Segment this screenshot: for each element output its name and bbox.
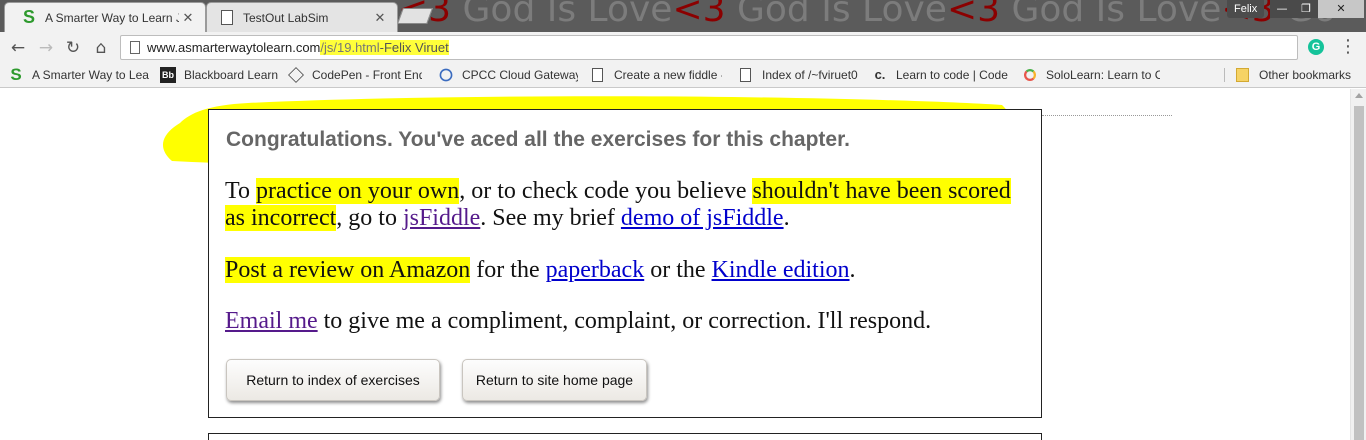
url-path: /js/19.html	[320, 40, 380, 55]
back-button[interactable]: ←	[8, 38, 28, 58]
tab-strip: <3 God Is Love<3 God Is Love<3 God Is Lo…	[0, 0, 1366, 32]
bookmark-label: CPCC Cloud Gateway	[462, 68, 578, 82]
bookmark-label: Blackboard Learn	[184, 68, 278, 82]
cpcc-icon	[439, 68, 453, 82]
banner-heart: <3	[672, 0, 726, 30]
folder-icon	[1236, 68, 1249, 82]
reload-button[interactable]: ↻	[63, 38, 83, 58]
review-paragraph: Post a review on Amazon for the paperbac…	[225, 257, 1025, 284]
s-logo-icon: S	[10, 65, 22, 84]
bookmark-label: SoloLearn: Learn to C	[1046, 68, 1160, 82]
text: To	[225, 178, 256, 204]
banner-heart: <3	[946, 0, 1001, 30]
close-window-button[interactable]: ✕	[1318, 0, 1364, 18]
highlighted-text: Post a review on Amazon	[225, 257, 471, 283]
close-icon[interactable]: ✕	[371, 10, 389, 26]
page-icon	[221, 10, 233, 25]
practice-paragraph: To practice on your own, or to check cod…	[225, 178, 1025, 232]
sololearn-icon	[1024, 69, 1036, 81]
text: . See my brief	[480, 205, 621, 231]
next-panel	[208, 433, 1042, 440]
url-host: www.asmarterwaytolearn.com	[147, 40, 321, 55]
banner-text: God Is Love	[1000, 0, 1222, 30]
url-annotation: -Felix Viruet	[379, 40, 449, 55]
codepen-icon	[288, 67, 304, 83]
bookmark-index-fviruet[interactable]: Index of /~fviruet0	[738, 63, 862, 87]
bookmark-sololearn[interactable]: SoloLearn: Learn to C	[1022, 63, 1160, 87]
bookmark-create-fiddle[interactable]: Create a new fiddle -	[590, 63, 722, 87]
grammarly-icon[interactable]: G	[1308, 39, 1324, 55]
scroll-up-icon[interactable]	[1355, 93, 1363, 98]
tab-strip-banner: <3 God Is Love<3 God Is Love<3 God Is Lo…	[398, 0, 1336, 32]
return-to-home-button[interactable]: Return to site home page	[462, 359, 647, 401]
tab-title: TestOut LabSim	[243, 10, 329, 25]
codecademy-icon: c.	[874, 67, 886, 82]
profile-button[interactable]: Felix	[1227, 0, 1265, 18]
bookmark-label: A Smarter Way to Lea	[32, 68, 149, 82]
text: .	[783, 205, 790, 231]
maximize-button[interactable]: ❐	[1294, 0, 1318, 18]
browser-toolbar: ← → ↻ ⌂ www.asmarterwaytolearn.com/js/19…	[0, 32, 1366, 63]
bookmark-label: Index of /~fviruet0	[762, 68, 858, 82]
banner-text: God Is Love	[451, 0, 673, 30]
menu-icon[interactable]: ⋮	[1338, 36, 1358, 58]
results-panel: Congratulations. You've aced all the exe…	[208, 109, 1042, 418]
blackboard-icon: Bb	[160, 67, 176, 83]
page-content: Congratulations. You've aced all the exe…	[0, 89, 1350, 440]
bookmark-codecademy[interactable]: c. Learn to code | Code	[872, 63, 1008, 87]
congrats-heading: Congratulations. You've aced all the exe…	[226, 128, 850, 151]
bookmark-label: CodePen - Front End	[312, 68, 422, 82]
paperback-link[interactable]: paperback	[546, 257, 645, 283]
text: , go to	[336, 205, 403, 231]
bookmark-label: Other bookmarks	[1259, 68, 1352, 82]
text: to give me a compliment, complaint, or c…	[317, 308, 932, 334]
vertical-scrollbar[interactable]	[1350, 89, 1366, 440]
scrollbar-thumb[interactable]	[1354, 106, 1364, 440]
bookmark-label: Create a new fiddle -	[614, 68, 722, 82]
other-bookmarks[interactable]: Other bookmarks	[1236, 63, 1364, 87]
dotted-divider	[1042, 115, 1172, 116]
close-icon[interactable]: ✕	[179, 10, 197, 26]
highlighted-text: practice on your own	[255, 178, 460, 204]
page-icon	[740, 68, 751, 82]
text: , or to check code you believe	[459, 178, 753, 204]
page-icon	[592, 68, 603, 82]
text: .	[849, 257, 856, 283]
s-logo-icon: S	[22, 7, 35, 27]
email-paragraph: Email me to give me a compliment, compla…	[225, 308, 1025, 335]
tab-smarter-way[interactable]: S A Smarter Way to Learn J ✕	[4, 2, 206, 32]
tab-testout-labsim[interactable]: TestOut LabSim ✕	[206, 2, 398, 32]
bookmark-blackboard[interactable]: Bb Blackboard Learn	[160, 63, 278, 87]
bookmark-codepen[interactable]: CodePen - Front End	[288, 63, 422, 87]
jsfiddle-link[interactable]: jsFiddle	[403, 205, 480, 231]
jsfiddle-demo-link[interactable]: demo of jsFiddle	[621, 205, 784, 231]
banner-text: God Is Love	[725, 0, 947, 30]
forward-button[interactable]: →	[36, 38, 56, 58]
address-bar[interactable]: www.asmarterwaytolearn.com/js/19.html-Fe…	[120, 35, 1298, 60]
url-text[interactable]: www.asmarterwaytolearn.com/js/19.html-Fe…	[147, 40, 449, 55]
kindle-edition-link[interactable]: Kindle edition	[712, 257, 850, 283]
text: for the	[470, 257, 546, 283]
page-info-icon[interactable]	[130, 41, 140, 54]
bookmarks-divider	[1224, 68, 1225, 82]
home-button[interactable]: ⌂	[91, 38, 111, 58]
minimize-button[interactable]: —	[1270, 0, 1294, 18]
bookmark-label: Learn to code | Code	[896, 68, 1008, 82]
text: or the	[644, 257, 712, 283]
return-to-index-button[interactable]: Return to index of exercises	[226, 359, 440, 401]
tab-title: A Smarter Way to Learn J	[45, 10, 179, 25]
bookmark-smarter-way[interactable]: S A Smarter Way to Lea	[8, 63, 154, 87]
new-tab-button[interactable]	[397, 8, 433, 24]
email-me-link[interactable]: Email me	[225, 308, 318, 334]
bookmarks-bar: S A Smarter Way to Lea Bb Blackboard Lea…	[0, 63, 1366, 88]
bookmark-cpcc[interactable]: CPCC Cloud Gateway	[438, 63, 578, 87]
